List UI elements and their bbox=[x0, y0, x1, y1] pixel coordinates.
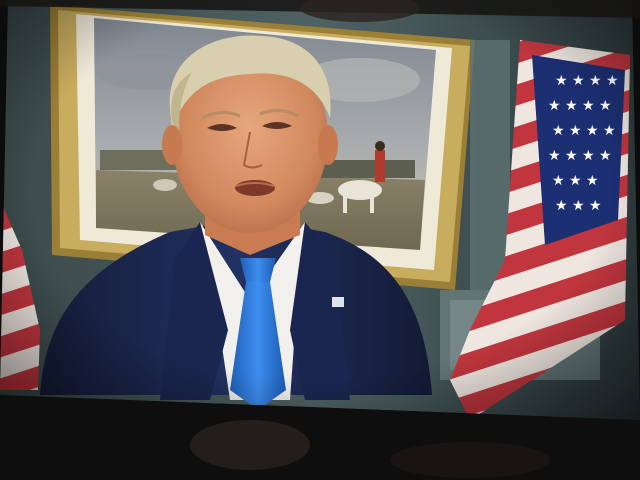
tv-screen: ★ ★ ★ ★ ★ ★ ★ ★ ★ ★ ★ ★ ★ ★ ★ ★ ★ ★ ★ ★ … bbox=[0, 0, 640, 420]
photo-of-tv-screen: ★ ★ ★ ★ ★ ★ ★ ★ ★ ★ ★ ★ ★ ★ ★ ★ ★ ★ ★ ★ … bbox=[0, 0, 640, 480]
